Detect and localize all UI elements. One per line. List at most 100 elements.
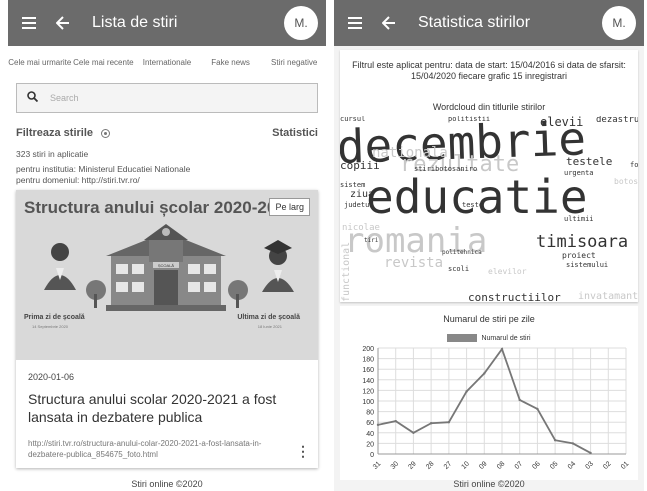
wordcloud-word: botosani [614, 177, 638, 186]
wordcloud-word: ziua [350, 189, 375, 200]
wordcloud-word: copiii [340, 159, 380, 172]
data-point [589, 451, 592, 455]
news-list-screen: Lista de stiri M. Cele mai urmarite Cele… [8, 0, 326, 491]
back-arrow-icon[interactable] [52, 12, 74, 34]
x-tick-label: 29 [407, 460, 418, 471]
tab-negative-news[interactable]: Stiri negative [262, 49, 326, 77]
tab-most-recent[interactable]: Cele mai recente [72, 49, 136, 77]
filter-info: Filtrul este aplicat pentru: data de sta… [352, 60, 626, 81]
data-point [518, 398, 521, 402]
wordcloud-word: politehnica [442, 249, 482, 256]
search-placeholder: Search [50, 93, 79, 103]
tab-most-followed[interactable]: Cele mai urmarite [8, 49, 72, 77]
news-image[interactable]: Structura anului școlar 2020-2021 Pe lar… [16, 190, 318, 360]
wordcloud-word: sistem [340, 181, 366, 189]
footer: Stiri online ©2020 [131, 479, 203, 489]
wordcloud: decembrie educatie romania rezultate timisoa… [340, 116, 638, 302]
data-point [465, 390, 468, 393]
wordcloud-word: proiect [562, 251, 596, 260]
data-point [447, 421, 451, 424]
page-title: Lista de stiri [92, 14, 178, 31]
back-arrow-icon[interactable] [378, 12, 400, 34]
wordcloud-word: sistemului [566, 261, 609, 269]
news-date: 2020-01-06 [28, 372, 75, 382]
search-icon [27, 89, 39, 107]
wordcloud-word: timisoara [536, 232, 629, 252]
wordcloud-word: revista [384, 255, 444, 271]
news-card: Structura anului școlar 2020-2021 Pe lar… [16, 190, 318, 468]
caption-first-day-date: 14 Septembrie 2020 [32, 324, 69, 329]
footer: Stiri online ©2020 [453, 479, 525, 489]
data-point [483, 372, 486, 375]
x-tick-label: 05 [549, 460, 560, 471]
data-point [500, 347, 504, 351]
menu-icon[interactable] [344, 12, 366, 34]
data-point [394, 419, 397, 423]
card-body: 2020-01-06 Structura anului scolar 2020-… [16, 360, 318, 468]
chart-panel: Numarul de stiri pe zile Numarul de stir… [340, 306, 638, 480]
wordcloud-word: functional [341, 241, 352, 302]
wordcloud-word: elevilor [488, 267, 527, 276]
news-title[interactable]: Structura anului scolar 2020-2021 a fost… [28, 390, 308, 426]
institution-text: pentru institutia: Ministerul Educatiei … [16, 164, 191, 174]
filter-radio-icon[interactable] [101, 128, 111, 138]
y-tick-label: 100 [362, 399, 374, 406]
filter-toggle[interactable]: Filtreaza stirile [16, 127, 111, 139]
wordcloud-word: nationala [372, 145, 448, 161]
y-tick-label: 160 [362, 367, 374, 374]
x-tick-label: 01 [620, 460, 631, 471]
school-illustration: ȘCOALĂ [44, 224, 294, 311]
statistics-screen: Statistica stirilor M. Filtrul este apli… [334, 0, 644, 491]
avatar[interactable]: M. [284, 6, 318, 40]
avatar[interactable]: M. [602, 6, 636, 40]
search-input[interactable]: Search [16, 83, 318, 113]
wordcloud-word: cursul [340, 116, 366, 123]
wordcloud-word: ultimii [564, 215, 594, 223]
tab-international[interactable]: Internationale [135, 49, 199, 77]
y-tick-label: 200 [362, 346, 374, 353]
wordcloud-word: educatie [366, 170, 588, 224]
app-info: 323 stiri in aplicatie pentru institutia… [16, 149, 318, 186]
caption-last-day: Ultima zi de școală [237, 314, 300, 321]
wordcloud-title: Wordcloud din titlurile stirilor [432, 102, 546, 112]
legend-swatch [447, 334, 478, 342]
x-tick-label: 04 [567, 460, 578, 471]
line-chart: 02040608010012014016018020031 30 29 28 27 10 0… [362, 346, 631, 471]
wordcloud-word: foto [630, 161, 638, 169]
filter-row: Filtreaza stirile Statistici [16, 127, 318, 139]
x-tick-label: 09 [478, 460, 489, 471]
news-url[interactable]: http://stiri.tvr.ro/structura-anului-col… [28, 438, 298, 460]
wordcloud-word: stiribotosaniro [414, 165, 478, 173]
wordcloud-word: elevii [540, 116, 584, 129]
wordcloud-word: tiri [364, 237, 379, 244]
tab-fake-news[interactable]: Fake news [199, 49, 263, 77]
statistics-link[interactable]: Statistici [272, 127, 318, 139]
x-tick-label: 28 [425, 460, 436, 471]
y-tick-label: 180 [362, 357, 374, 364]
y-tick-label: 20 [366, 441, 374, 448]
wordcloud-word: judetul [344, 201, 374, 209]
wordcloud-word: nicolae [342, 223, 380, 233]
x-tick-label: 27 [443, 460, 454, 471]
wordcloud-word: scoli [448, 265, 470, 273]
more-options-icon[interactable]: ⋮ [296, 443, 310, 460]
y-tick-label: 140 [362, 378, 374, 385]
y-tick-label: 80 [366, 410, 374, 417]
caption-first-day: Prima zi de școală [24, 314, 85, 321]
data-point [376, 423, 380, 427]
wordcloud-word: urgenta [564, 169, 594, 177]
app-bar: Statistica stirilor M. [334, 0, 644, 46]
data-point [412, 431, 415, 434]
wordcloud-word: constructiilor [468, 291, 561, 302]
x-tick-label: 08 [496, 460, 507, 471]
caption-last-day-date: 18 Iunie 2021 [257, 324, 282, 329]
x-tick-label: 03 [585, 460, 596, 471]
menu-icon[interactable] [18, 12, 40, 34]
domain-text: pentru domeniul: http://stiri.tvr.ro/ [16, 175, 140, 185]
x-tick-label: 07 [514, 460, 525, 471]
data-point [571, 442, 575, 445]
data-point [536, 407, 539, 411]
chart-title: Numarul de stiri pe zile [443, 314, 535, 324]
y-tick-label: 120 [362, 388, 374, 395]
wordcloud-word: testele [566, 155, 613, 168]
